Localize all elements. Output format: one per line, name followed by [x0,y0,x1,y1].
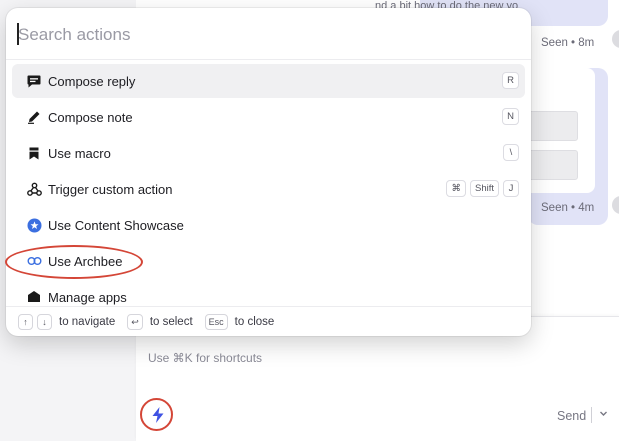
lightning-icon[interactable] [147,404,169,426]
action-label: Compose reply [48,74,136,89]
esc-key: Esc [204,314,228,330]
shortcut-key: Shift [469,180,499,197]
divider [591,407,592,423]
navigate-hint: to navigate [59,316,116,328]
shortcut-key: N [502,108,519,125]
shortcut-keys: R [502,72,519,89]
shortcut-key: J [503,180,519,197]
shortcut-key: \ [503,144,519,161]
action-label: Manage apps [48,290,127,305]
enter-key: ↩ [127,314,143,330]
action-compose-note[interactable]: Compose note N [12,100,525,134]
composer-hint: Use ⌘K for shortcuts [148,351,263,365]
action-use-content-showcase[interactable]: Use Content Showcase [12,208,525,242]
shortcut-keys: \ [503,144,519,161]
content-showcase-icon [26,217,42,233]
action-label: Use Archbee [48,254,123,269]
action-label: Use Content Showcase [48,218,184,233]
shortcut-keys: ⌘ Shift J [446,180,519,197]
action-label: Trigger custom action [48,182,173,197]
close-hint: to close [234,316,275,328]
action-label: Use macro [48,146,111,161]
shortcut-key: ⌘ [446,180,466,197]
message-card [528,68,595,193]
action-trigger-custom-action[interactable]: Trigger custom action ⌘ Shift J [12,172,525,206]
send-button[interactable]: Send [557,409,586,423]
action-use-archbee[interactable]: Use Archbee [12,244,525,278]
compose-reply-icon [26,73,42,89]
apps-icon [26,289,42,305]
search-input[interactable] [18,22,508,48]
seen-status: Seen • 8m [541,37,595,49]
action-use-macro[interactable]: Use macro \ [12,136,525,170]
seen-status: Seen • 4m [541,202,595,214]
shortcut-keys: N [502,108,519,125]
palette-footer: ↑ ↓ to navigate ↩ to select Esc to close [6,306,531,336]
action-manage-apps[interactable]: Manage apps [12,280,525,306]
text-caret [17,23,19,45]
compose-note-icon [26,109,42,125]
select-hint: to select [149,316,193,328]
keyboard-hints: ↑ ↓ to navigate ↩ to select Esc to close [18,314,282,330]
action-label: Compose note [48,110,133,125]
placeholder-block [528,111,578,141]
bookmark-icon [26,145,42,161]
archbee-icon [26,253,42,269]
search-bar [6,8,531,60]
placeholder-block [528,150,578,180]
webhook-icon [26,181,42,197]
arrow-up-key: ↑ [18,314,33,330]
command-palette: Compose reply R Compose note N Use macro… [6,8,531,336]
arrow-down-key: ↓ [37,314,52,330]
action-compose-reply[interactable]: Compose reply R [12,64,525,98]
shortcut-key: R [502,72,519,89]
action-list: Compose reply R Compose note N Use macro… [12,64,525,306]
chevron-down-icon[interactable] [599,409,608,421]
